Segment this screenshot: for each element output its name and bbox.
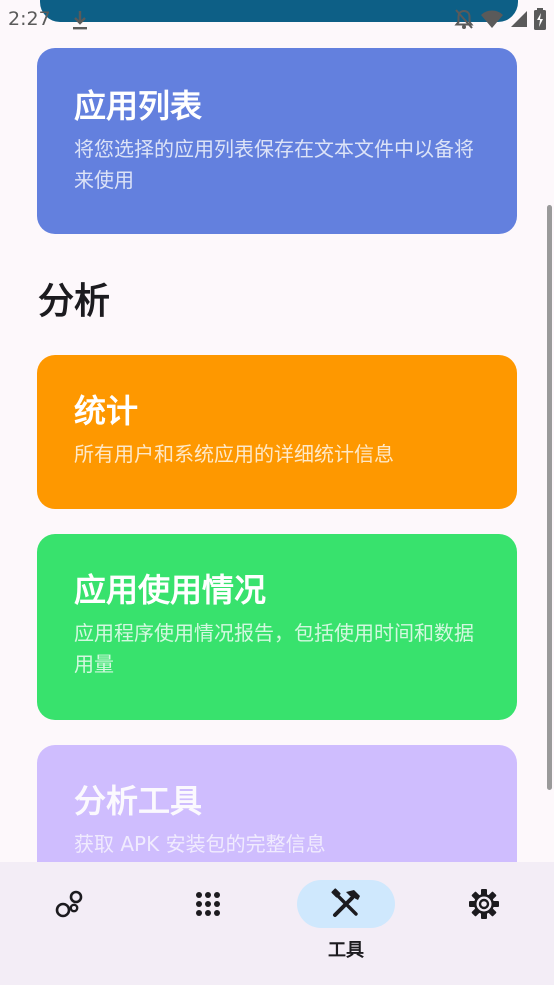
card-analysis-tools[interactable]: 分析工具 获取 APK 安装包的完整信息 [37, 745, 517, 862]
app-top-shape [40, 0, 518, 22]
status-time: 2:27 [8, 8, 51, 30]
nav-item-tools[interactable]: 工具 [296, 880, 396, 970]
nav-icon-container [159, 880, 257, 928]
card-description: 所有用户和系统应用的详细统计信息 [74, 442, 394, 466]
card-description: 将您选择的应用列表保存在文本文件中以备将来使用 [74, 137, 474, 192]
notifications-off-icon [454, 9, 474, 29]
card-title: 应用使用情况 [74, 571, 267, 609]
scroll-content[interactable]: 应用列表 将您选择的应用列表保存在文本文件中以备将来使用 分析 统计 所有用户和… [0, 0, 554, 862]
nav-icon-container [435, 880, 533, 928]
status-icons [454, 8, 546, 30]
scrollbar[interactable] [547, 205, 552, 790]
nav-item-apps[interactable] [158, 880, 258, 970]
card-app-list[interactable]: 应用列表 将您选择的应用列表保存在文本文件中以备将来使用 [37, 48, 517, 234]
signal-icon [511, 11, 527, 27]
bubbles-icon [55, 890, 83, 918]
settings-gear-icon [469, 889, 499, 919]
apps-grid-icon [196, 892, 220, 916]
download-icon [73, 11, 87, 30]
nav-icon-container [21, 880, 119, 928]
nav-item-settings[interactable] [434, 880, 534, 970]
card-title: 应用列表 [74, 87, 203, 125]
nav-label-tools: 工具 [328, 940, 364, 961]
nav-active-indicator [297, 880, 395, 928]
status-bar: 2:27 [0, 0, 554, 34]
wifi-icon [481, 10, 503, 28]
tools-icon [331, 888, 360, 917]
card-app-usage[interactable]: 应用使用情况 应用程序使用情况报告，包括使用时间和数据用量 [37, 534, 517, 720]
card-title: 分析工具 [74, 782, 203, 820]
section-heading-analysis: 分析 [38, 281, 111, 322]
bottom-navigation: 工具 [0, 862, 554, 985]
battery-charging-icon [534, 8, 546, 30]
card-title: 统计 [74, 392, 139, 430]
card-description: 应用程序使用情况报告，包括使用时间和数据用量 [74, 621, 474, 676]
nav-item-bubbles[interactable] [20, 880, 120, 970]
card-description: 获取 APK 安装包的完整信息 [74, 832, 326, 856]
card-statistics[interactable]: 统计 所有用户和系统应用的详细统计信息 [37, 355, 517, 509]
